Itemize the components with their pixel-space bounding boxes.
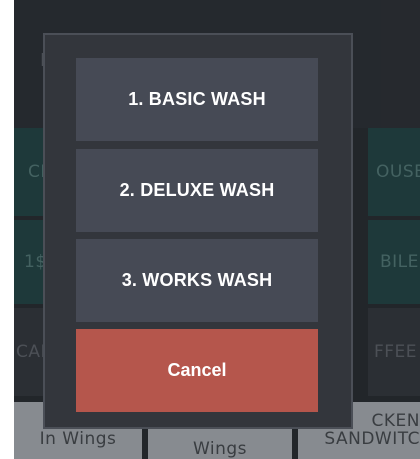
basic-wash-label: 1. BASIC WASH: [128, 89, 266, 109]
deluxe-wash-button[interactable]: 2. DELUXE WASH: [76, 149, 318, 232]
cancel-button[interactable]: Cancel: [76, 329, 318, 412]
works-wash-label: 3. WORKS WASH: [121, 270, 273, 290]
deluxe-wash-label: 2. DELUXE WASH: [119, 180, 275, 200]
cancel-label: Cancel: [167, 360, 227, 380]
works-wash-button[interactable]: 3. WORKS WASH: [76, 239, 318, 322]
basic-wash-button[interactable]: 1. BASIC WASH: [76, 58, 318, 141]
